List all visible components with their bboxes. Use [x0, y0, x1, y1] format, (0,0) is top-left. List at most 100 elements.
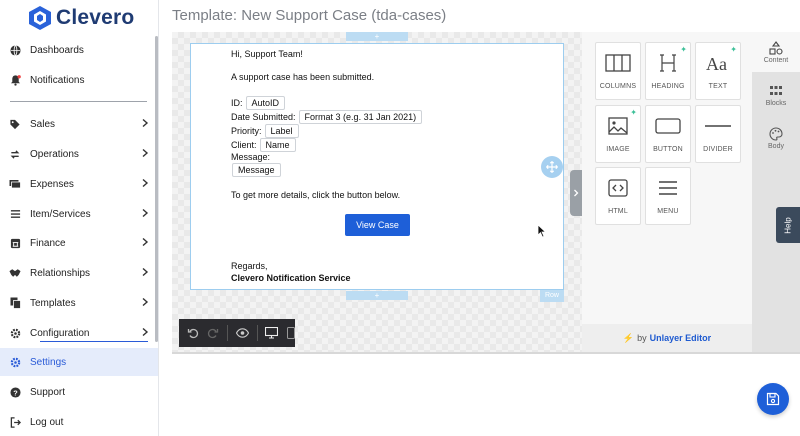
sidebar-item-settings[interactable]: Settings: [0, 348, 158, 376]
sidebar-item-operations[interactable]: Operations: [0, 140, 158, 168]
field-label: Date Submitted:: [231, 112, 296, 122]
tool-label: TEXT: [708, 83, 728, 90]
button-icon: [655, 115, 681, 137]
shapes-icon: [769, 40, 783, 55]
tool-label: BUTTON: [653, 146, 683, 153]
menu-icon: [658, 177, 678, 199]
tool-label: HTML: [608, 208, 628, 215]
chevron-right-icon: [142, 148, 149, 158]
chevron-right-icon: [142, 327, 149, 337]
tab-body[interactable]: Body: [752, 118, 800, 158]
field-date-submitted: Date Submitted: Format 3 (e.g. 31 Jan 202…: [231, 110, 423, 124]
save-button[interactable]: [757, 383, 789, 415]
sync-icon: [9, 148, 21, 160]
copy-icon: [9, 297, 21, 309]
merge-tag[interactable]: Label: [264, 124, 299, 138]
toolbar-divider: [227, 325, 228, 341]
sidebar-item-label: Expenses: [30, 178, 74, 190]
chevron-right-icon: [142, 208, 149, 218]
tool-menu[interactable]: MENU: [645, 167, 691, 225]
mobile-view-button[interactable]: [286, 326, 295, 340]
sidebar-item-support[interactable]: ? Support: [0, 378, 158, 406]
footer-brand: Unlayer Editor: [649, 333, 712, 343]
merge-tag[interactable]: Name: [259, 138, 296, 152]
new-badge-icon: ✦: [730, 45, 737, 54]
tab-label: Body: [768, 142, 784, 150]
svg-text:Aa: Aa: [706, 54, 727, 73]
question-icon: ?: [9, 386, 21, 398]
add-row-top-button[interactable]: +: [346, 32, 408, 41]
chevron-right-icon: [142, 297, 149, 307]
handshake-icon: [9, 267, 21, 279]
redo-button[interactable]: [207, 326, 219, 340]
sidebar-item-configuration[interactable]: Configuration: [0, 319, 158, 347]
columns-icon: [605, 52, 631, 74]
help-label: Help: [783, 216, 793, 234]
sidebar-item-finance[interactable]: Finance: [0, 229, 158, 257]
sidebar-item-templates[interactable]: Templates: [0, 289, 158, 317]
chevron-right-icon: [574, 189, 579, 197]
sidebar-item-label: Item/Services: [30, 208, 91, 220]
tool-heading[interactable]: ✦ HEADING: [645, 42, 691, 100]
field-label: Client:: [231, 140, 257, 150]
row-tag[interactable]: Row: [540, 290, 564, 302]
sidebar-divider: [40, 341, 148, 342]
chevron-right-icon: [142, 237, 149, 247]
sidebar-item-item-services[interactable]: Item/Services: [0, 200, 158, 228]
tab-blocks[interactable]: Blocks: [752, 75, 800, 115]
collapse-panel-button[interactable]: [570, 170, 582, 216]
sidebar-item-expenses[interactable]: Expenses: [0, 170, 158, 198]
email-signature: Clevero Notification Service: [231, 273, 351, 283]
text-icon: Aa: [705, 52, 731, 74]
preview-button[interactable]: [235, 326, 249, 340]
desktop-view-button[interactable]: [265, 326, 279, 340]
tool-image[interactable]: ✦ IMAGE: [595, 105, 641, 163]
sidebar-item-relationships[interactable]: Relationships: [0, 259, 158, 287]
image-icon: [608, 115, 628, 137]
add-row-bottom-button[interactable]: +: [346, 291, 408, 300]
tool-columns[interactable]: COLUMNS: [595, 42, 641, 100]
move-handle[interactable]: [541, 156, 563, 178]
sidebar-item-label: Log out: [30, 416, 64, 428]
sidebar-item-label: Operations: [30, 148, 79, 160]
tools-panel: COLUMNS ✦ HEADING ✦ Aa TEXT ✦ IMAGE BUTT…: [582, 32, 752, 324]
desktop-icon: [265, 327, 279, 339]
app-name: Clevero: [56, 6, 135, 29]
sidebar-item-sales[interactable]: Sales: [0, 110, 158, 138]
logout-icon: [9, 416, 21, 428]
tab-content[interactable]: Content: [752, 32, 800, 72]
sidebar-item-label: Sales: [30, 118, 56, 130]
svg-text:?: ?: [13, 388, 18, 397]
app-logo[interactable]: Clevero: [28, 4, 134, 32]
tab-label: Content: [763, 56, 789, 64]
email-greeting: Hi, Support Team!: [231, 49, 303, 59]
sidebar-item-log-out[interactable]: Log out: [0, 408, 158, 436]
tool-button[interactable]: BUTTON: [645, 105, 691, 163]
side-tabs: Content Blocks Body: [752, 32, 800, 352]
view-case-button[interactable]: View Case: [345, 214, 410, 236]
merge-tag[interactable]: Format 3 (e.g. 31 Jan 2021): [298, 110, 423, 124]
heading-icon: [658, 52, 678, 74]
tool-text[interactable]: ✦ Aa TEXT: [695, 42, 741, 100]
help-tab[interactable]: Help: [776, 207, 800, 243]
merge-tag[interactable]: AutoID: [245, 96, 286, 110]
field-message-value: Message: [229, 163, 281, 177]
sidebar-item-dashboards[interactable]: Dashboards: [0, 36, 158, 64]
undo-button[interactable]: [187, 326, 199, 340]
tool-html[interactable]: HTML: [595, 167, 641, 225]
tools-footer[interactable]: ⚡ by Unlayer Editor: [582, 324, 752, 352]
email-body[interactable]: Hi, Support Team! A support case has bee…: [190, 43, 564, 290]
tool-label: MENU: [657, 208, 679, 215]
sidebar-item-notifications[interactable]: Notifications: [0, 66, 158, 94]
field-message: Message:: [231, 152, 270, 162]
sidebar-item-label: Support: [30, 386, 66, 398]
tool-divider[interactable]: DIVIDER: [695, 105, 741, 163]
new-badge-icon: ✦: [680, 45, 687, 54]
field-client: Client: Name: [231, 138, 296, 152]
blocks-icon: [769, 84, 783, 98]
field-label: Message:: [231, 152, 271, 162]
sidebar-item-label: Dashboards: [30, 44, 84, 56]
undo-icon: [187, 328, 199, 339]
editor-canvas[interactable]: + Hi, Support Team! A support case has b…: [172, 32, 582, 352]
merge-tag[interactable]: Message: [232, 163, 281, 177]
